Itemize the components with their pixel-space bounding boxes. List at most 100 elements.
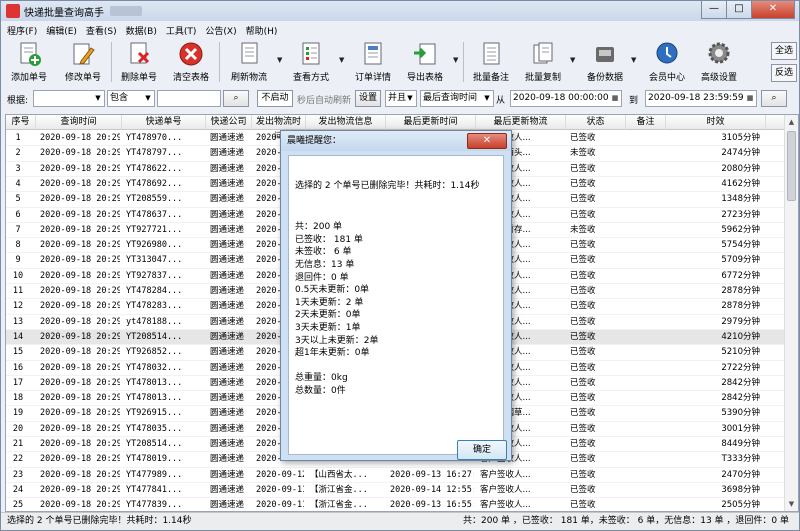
- column-header[interactable]: 查询时间: [36, 115, 122, 130]
- table-cell: 2020-09-18 20:29:30: [40, 408, 120, 419]
- dialog-line: 总重量：0kg: [295, 373, 348, 384]
- table-cell: 已签收: [570, 347, 596, 358]
- column-header[interactable]: 时效: [666, 115, 766, 130]
- field-select[interactable]: ▼: [33, 90, 105, 107]
- scroll-down-icon[interactable]: ▼: [785, 497, 798, 511]
- scroll-up-icon[interactable]: ▲: [785, 115, 798, 129]
- table-cell: YT478797...: [126, 148, 183, 159]
- vertical-scrollbar[interactable]: ▲ ▼: [784, 115, 798, 511]
- table-cell: 2020-09-12 00:20:00: [256, 469, 304, 480]
- according-label: 根据:: [7, 96, 29, 106]
- batch-note-icon: [478, 41, 504, 67]
- table-cell: [630, 468, 664, 483]
- clear-table-button[interactable]: 清空表格: [169, 41, 213, 83]
- to-date-value: 2020-09-18 23:59:59: [648, 93, 744, 103]
- table-cell: [630, 223, 664, 238]
- table-cell: 已签收: [570, 301, 596, 312]
- table-cell: [630, 391, 664, 406]
- dialog-close-button[interactable]: ✕: [467, 133, 507, 149]
- status-bar: 选择的 2 个单号已删除完毕！共耗时：1.14秒 共：200 单 ，已签收： 1…: [1, 512, 799, 530]
- menu-view[interactable]: 查看(S): [86, 24, 117, 37]
- column-header[interactable]: 发出物流信息: [306, 115, 386, 130]
- view-mode-dropdown-icon[interactable]: ▼: [339, 56, 344, 64]
- main-window: 快递批量查询高手 — □ ✕ 程序(F) 编辑(E) 查看(S) 数据(B) 工…: [0, 0, 800, 531]
- column-header[interactable]: 发出物流时间: [252, 115, 306, 142]
- table-cell: 2474分钟: [721, 148, 760, 159]
- table-row[interactable]: 23 2020-09-18 20:29:27 YT477989... 圆通速递 2020…: [6, 468, 786, 483]
- refresh-logistics-button[interactable]: 刷新物流: [227, 41, 271, 83]
- batch-copy-dropdown-icon[interactable]: ▼: [570, 56, 575, 64]
- table-row[interactable]: 25 2020-09-18 20:29:25 YT477839... 圆通速递 2020…: [6, 498, 786, 511]
- refresh-dropdown-icon[interactable]: ▼: [277, 56, 282, 64]
- backup-dropdown-icon[interactable]: ▼: [631, 56, 636, 64]
- date-field-select[interactable]: 最后查询时间 ▼: [420, 90, 494, 107]
- member-center-button[interactable]: 会员中心: [645, 41, 689, 83]
- column-header[interactable]: 最后更新时间: [386, 115, 476, 130]
- table-cell: 客户签收人...: [480, 484, 531, 495]
- table-cell: 1348分钟: [721, 194, 760, 205]
- calendar-icon: ▦: [611, 94, 619, 102]
- menu-tools[interactable]: 工具(T): [166, 24, 197, 37]
- column-header[interactable]: 序号: [6, 115, 36, 130]
- menu-edit[interactable]: 编辑(E): [46, 24, 77, 37]
- ok-button[interactable]: 确定: [457, 440, 507, 460]
- date-search-button[interactable]: ⌕: [761, 90, 787, 107]
- batch-copy-icon: [530, 41, 556, 67]
- table-cell: [630, 162, 664, 177]
- table-cell: YT478032...: [126, 362, 183, 373]
- from-date-picker[interactable]: 2020-09-18 00:00:00 ▦: [510, 90, 622, 107]
- add-number-button[interactable]: 添加单号: [7, 41, 51, 83]
- mode-select[interactable]: 包含 ▼: [107, 90, 155, 107]
- column-header[interactable]: 状态: [566, 115, 626, 130]
- settings-button[interactable]: 设置: [355, 90, 381, 107]
- chevron-down-icon: ▼: [484, 94, 490, 102]
- table-row[interactable]: 24 2020-09-18 20:29:26 YT477841... 圆通速递 2020…: [6, 483, 786, 499]
- logic-select[interactable]: 并且 ▼: [385, 90, 417, 107]
- keyword-input[interactable]: [157, 90, 221, 107]
- advanced-settings-button[interactable]: 高级设置: [697, 41, 741, 83]
- view-mode-button[interactable]: 查看方式: [289, 41, 333, 83]
- close-button[interactable]: ✕: [751, 1, 795, 19]
- menu-bar: 程序(F) 编辑(E) 查看(S) 数据(B) 工具(T) 公告(X) 帮助(H…: [1, 22, 799, 38]
- column-header[interactable]: 快递单号: [122, 115, 206, 130]
- refresh-logistics-label: 刷新物流: [230, 73, 267, 83]
- table-cell: [630, 437, 664, 452]
- order-detail-button[interactable]: 订单详情: [351, 41, 395, 83]
- to-date-picker[interactable]: 2020-09-18 23:59:59 ▦: [645, 90, 757, 107]
- menu-program[interactable]: 程序(F): [7, 24, 37, 37]
- column-header[interactable]: 备注: [626, 115, 666, 130]
- table-cell: [630, 345, 664, 360]
- table-cell: 2020-09-18 20:29:42: [40, 224, 120, 235]
- export-table-button[interactable]: 导出表格: [403, 41, 447, 83]
- column-header[interactable]: 最后更新物流: [476, 115, 566, 130]
- to-label: 到: [629, 96, 639, 106]
- table-cell: 已签收: [570, 408, 596, 419]
- date-field-value: 最后查询时间: [423, 93, 478, 103]
- batch-note-button[interactable]: 批量备注: [469, 41, 513, 83]
- edit-number-button[interactable]: 修改单号: [61, 41, 105, 83]
- title-redacted: [110, 6, 142, 16]
- menu-notice[interactable]: 公告(X): [205, 24, 236, 37]
- export-dropdown-icon[interactable]: ▼: [453, 56, 458, 64]
- table-cell: 圆通速递: [210, 347, 245, 358]
- dialog-body: 确定 选择的 2 个单号已删除完毕！共耗时：1.14秒 共：200 单已签收： 1…: [288, 155, 507, 460]
- scroll-thumb[interactable]: [787, 131, 796, 201]
- minimize-button[interactable]: —: [701, 1, 727, 19]
- menu-data[interactable]: 数据(B): [126, 24, 157, 37]
- select-all-button[interactable]: 全选: [771, 42, 797, 60]
- column-header[interactable]: 快递公司: [206, 115, 252, 130]
- invert-select-button[interactable]: 反选: [771, 64, 797, 82]
- maximize-button[interactable]: □: [726, 1, 752, 19]
- backup-data-button[interactable]: 备份数据: [583, 41, 627, 83]
- table-cell: 17: [12, 377, 24, 388]
- delete-number-button[interactable]: 删除单号: [117, 41, 161, 83]
- table-cell: 圆通速递: [210, 484, 245, 495]
- table-cell: 已签收: [570, 163, 596, 174]
- edit-pencil-icon: [70, 41, 96, 67]
- batch-copy-button[interactable]: 批量复制: [521, 41, 565, 83]
- no-start-toggle[interactable]: 不启动: [257, 90, 293, 107]
- dialog-line: 3天以上未更新：2单: [295, 335, 379, 346]
- menu-help[interactable]: 帮助(H): [246, 24, 278, 37]
- search-button[interactable]: ⌕: [223, 90, 249, 107]
- add-number-label: 添加单号: [10, 73, 47, 83]
